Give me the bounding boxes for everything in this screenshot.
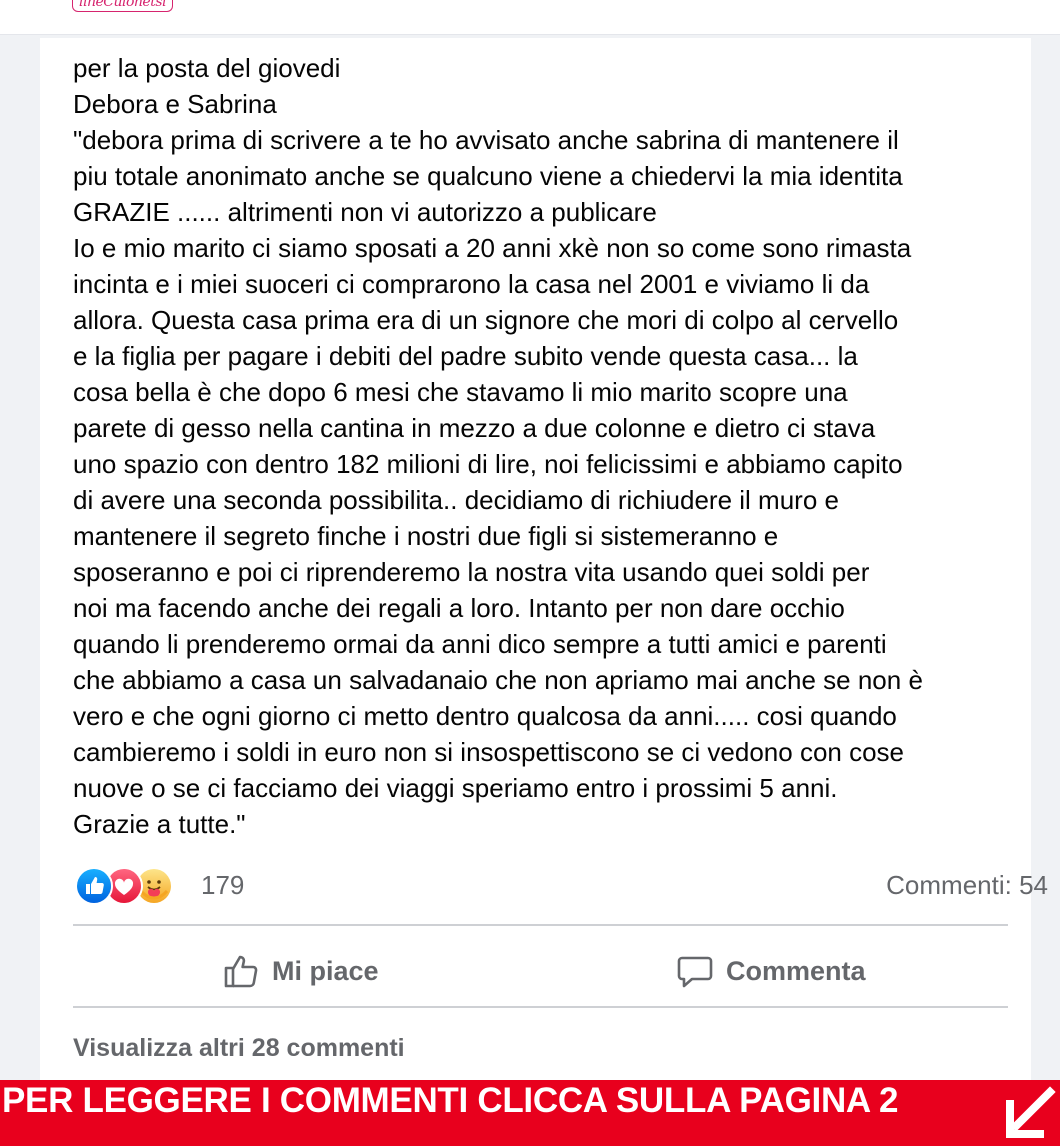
post-text-line: "debora prima di scrivere a te ho avvisa… xyxy=(73,125,899,155)
post-card: per la posta del giovedi Debora e Sabrina… xyxy=(40,38,1048,1146)
post-text-line: noi ma facendo anche dei regali a loro. … xyxy=(73,593,845,623)
post-text-line: parete di gesso nella cantina in mezzo a… xyxy=(73,413,876,443)
post-text-line: di avere una seconda possibilita.. decid… xyxy=(73,485,839,515)
post-text-line: GRAZIE ...... altrimenti non vi autorizz… xyxy=(73,197,657,227)
like-button-label: Mi piace xyxy=(272,955,379,986)
reactions-count[interactable]: 179 xyxy=(201,870,244,901)
comment-button[interactable]: Commenta xyxy=(676,946,866,996)
promo-banner[interactable]: PER LEGGERE I COMMENTI CLICCA SULLA PAGI… xyxy=(0,1080,1060,1146)
post-text-line: sposeranno e poi ci riprenderemo la nost… xyxy=(73,557,870,587)
divider xyxy=(73,924,1008,926)
post-text-line: quando li prenderemo ormai da anni dico … xyxy=(73,629,887,659)
divider xyxy=(73,1006,1008,1008)
like-button[interactable]: Mi piace xyxy=(222,946,379,996)
arrow-down-left-icon xyxy=(1002,1086,1056,1140)
post-text-line: vero e che ogni giorno ci metto dentro q… xyxy=(73,701,897,731)
reactions-summary[interactable]: 179 Commenti: 54 xyxy=(73,864,1048,905)
banner-text: PER LEGGERE I COMMENTI CLICCA SULLA PAGI… xyxy=(2,1081,899,1120)
post-text-line: incinta e i miei suoceri ci comprarono l… xyxy=(73,269,870,299)
comment-button-label: Commenta xyxy=(726,955,866,986)
top-bar: lineCulonetsi xyxy=(0,0,1060,35)
post-text-line: Grazie a tutte." xyxy=(73,809,246,839)
reaction-icons[interactable] xyxy=(75,867,190,905)
comments-count[interactable]: Commenti: 54 xyxy=(886,870,1048,901)
thumbs-up-icon xyxy=(224,955,258,988)
post-text-line: Debora e Sabrina xyxy=(73,89,277,119)
post-text-line: nuove o se ci facciamo dei viaggi speria… xyxy=(73,773,838,803)
post-text-line: per la posta del giovedi xyxy=(73,53,341,83)
post-text-line: e la figlia per pagare i debiti del padr… xyxy=(73,341,858,371)
post-text-line: piu totale anonimato anche se qualcuno v… xyxy=(73,161,903,191)
post-text-line: che abbiamo a casa un salvadanaio che no… xyxy=(73,665,923,695)
post-text-line: cambieremo i soldi in euro non si insosp… xyxy=(73,737,905,767)
post-text-line: uno spazio con dentro 182 milioni di lir… xyxy=(73,449,903,479)
view-more-comments-link[interactable]: Visualizza altri 28 commenti xyxy=(73,1034,405,1063)
like-icon xyxy=(75,867,113,905)
post-text-line: allora. Questa casa prima era di un sign… xyxy=(73,305,899,335)
post-text-line: Io e mio marito ci siamo sposati a 20 an… xyxy=(73,233,912,263)
page-logo[interactable]: lineCulonetsi xyxy=(72,0,173,12)
comment-bubble-icon xyxy=(677,956,713,988)
post-text-line: cosa bella è che dopo 6 mesi che stavamo… xyxy=(73,377,848,407)
post-text-line: mantenere il segreto finche i nostri due… xyxy=(73,521,779,551)
post-body-text: per la posta del giovedi Debora e Sabrina… xyxy=(73,50,1023,842)
